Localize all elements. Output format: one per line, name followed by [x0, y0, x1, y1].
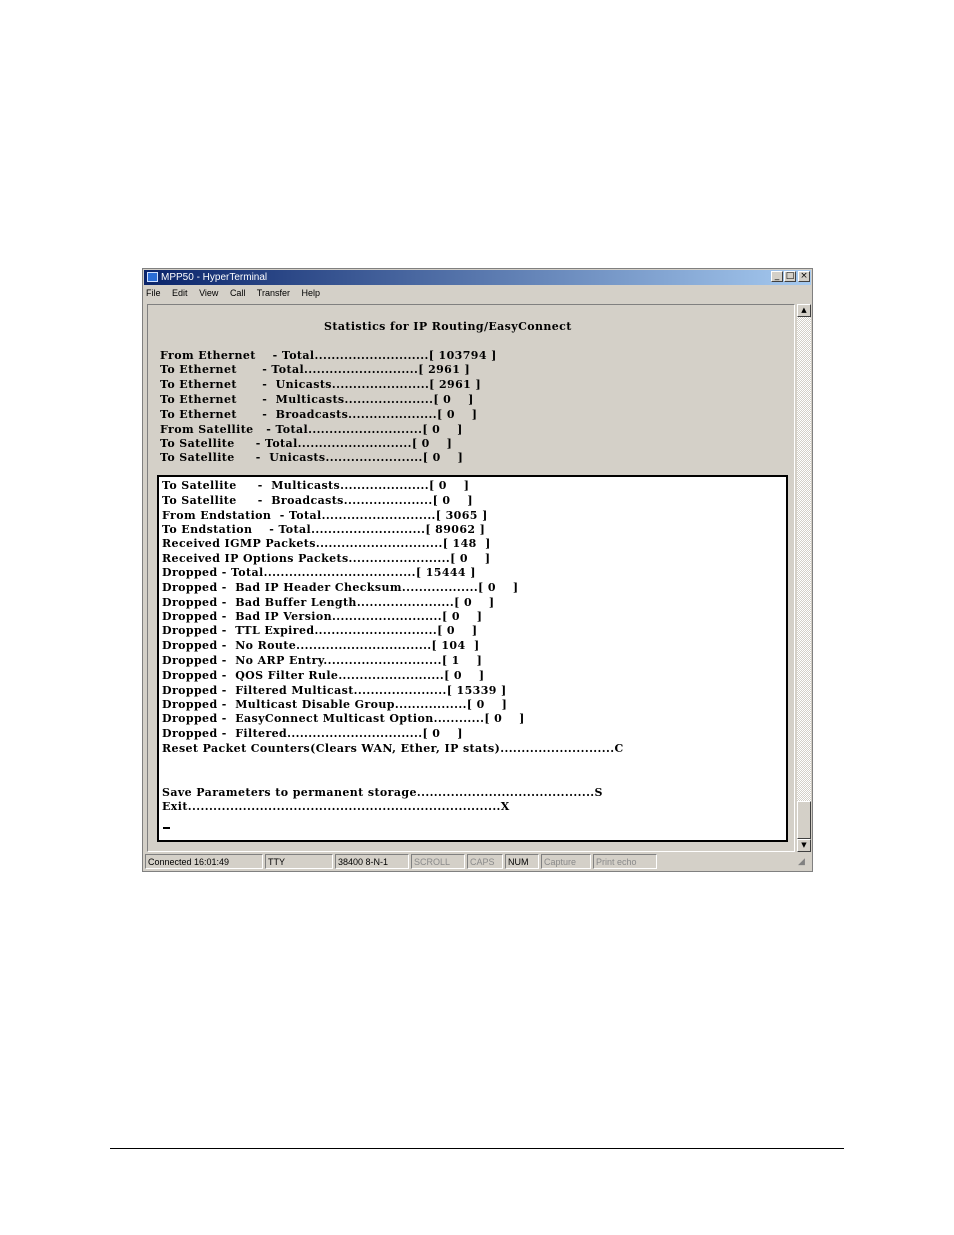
reset-counters-option: Reset Packet Counters(Clears WAN, Ether,…	[162, 742, 624, 755]
status-connected: Connected 16:01:49	[145, 854, 263, 869]
status-port-settings: 38400 8-N-1	[335, 854, 409, 869]
status-scroll: SCROLL	[411, 854, 465, 869]
menu-file[interactable]: File	[146, 288, 161, 298]
highlighted-terminal-region: To Satellite - Multicasts...............…	[157, 475, 788, 842]
terminal-line: Received IGMP Packets...................…	[162, 537, 491, 550]
window-title: MPP50 - HyperTerminal	[161, 272, 268, 283]
menu-transfer[interactable]: Transfer	[257, 288, 290, 298]
hyperterminal-window: MPP50 - HyperTerminal _ □ × File Edit Vi…	[142, 268, 813, 872]
terminal-line: Dropped - EasyConnect Multicast Option..…	[162, 712, 525, 725]
terminal-line: To Ethernet - Broadcasts................…	[160, 408, 478, 421]
page-footer-rule	[110, 1148, 844, 1149]
status-print-echo: Print echo	[593, 854, 657, 869]
maximize-button[interactable]: □	[784, 271, 796, 282]
terminal-line: Dropped - QOS Filter Rule...............…	[162, 669, 485, 682]
hyperterminal-app-icon[interactable]	[147, 272, 158, 282]
scrollbar-thumb[interactable]	[797, 801, 811, 839]
terminal-line: From Endstation - Total.................…	[162, 509, 488, 522]
scroll-down-arrow-icon[interactable]: ▼	[797, 839, 811, 852]
menu-view[interactable]: View	[199, 288, 218, 298]
terminal-line: Dropped - Filtered......................…	[162, 727, 463, 740]
terminal-line: Dropped - Multicast Disable Group.......…	[162, 698, 508, 711]
menu-edit[interactable]: Edit	[172, 288, 188, 298]
exit-option: Exit....................................…	[162, 800, 510, 813]
save-parameters-option: Save Parameters to permanent storage....…	[162, 786, 603, 799]
terminal-line: Dropped - No Route......................…	[162, 639, 480, 652]
terminal-line: Received IP Options Packets.............…	[162, 552, 491, 565]
status-bar: Connected 16:01:49 TTY 38400 8-N-1 SCROL…	[145, 854, 810, 869]
terminal-line: To Satellite - Unicasts.................…	[160, 451, 464, 464]
status-caps: CAPS	[467, 854, 503, 869]
menu-call[interactable]: Call	[230, 288, 246, 298]
menu-bar: File Edit View Call Transfer Help	[146, 286, 329, 300]
vertical-scrollbar[interactable]: ▲ ▼	[797, 304, 811, 852]
status-capture: Capture	[541, 854, 591, 869]
minimize-button[interactable]: _	[771, 271, 783, 282]
terminal-line: Dropped - Filtered Multicast............…	[162, 684, 507, 697]
terminal-line: To Endstation - Total...................…	[162, 523, 486, 536]
title-bar[interactable]: MPP50 - HyperTerminal _ □ ×	[144, 270, 811, 285]
statistics-heading: Statistics for IP Routing/EasyConnect	[324, 320, 572, 333]
terminal-line: From Ethernet - Total...................…	[160, 349, 497, 362]
resize-grip-icon[interactable]: ◢	[798, 856, 810, 868]
terminal-line: To Ethernet - Total.....................…	[160, 363, 471, 376]
terminal-line: Dropped - Total.........................…	[162, 566, 476, 579]
status-emulation: TTY	[265, 854, 333, 869]
menu-help[interactable]: Help	[302, 288, 321, 298]
terminal-line: Dropped - Bad IP Header Checksum........…	[162, 581, 519, 594]
status-num: NUM	[505, 854, 539, 869]
close-button[interactable]: ×	[798, 271, 810, 282]
terminal-line: To Satellite - Multicasts...............…	[162, 479, 470, 492]
terminal-line: Dropped - No ARP Entry..................…	[162, 654, 483, 667]
terminal-line: From Satellite - Total..................…	[160, 423, 463, 436]
terminal-line: To Satellite - Broadcasts...............…	[162, 494, 474, 507]
terminal-line: Dropped - Bad IP Version................…	[162, 610, 483, 623]
terminal-line: To Satellite - Total....................…	[160, 437, 453, 450]
terminal-line: To Ethernet - Unicasts..................…	[160, 378, 482, 391]
terminal-line: To Ethernet - Multicasts................…	[160, 393, 474, 406]
terminal-line: Dropped - Bad Buffer Length.............…	[162, 596, 495, 609]
text-cursor	[163, 827, 170, 829]
scroll-up-arrow-icon[interactable]: ▲	[797, 304, 811, 317]
terminal-line: Dropped - TTL Expired...................…	[162, 624, 478, 637]
terminal-screen[interactable]: Statistics for IP Routing/EasyConnect Fr…	[147, 304, 795, 852]
